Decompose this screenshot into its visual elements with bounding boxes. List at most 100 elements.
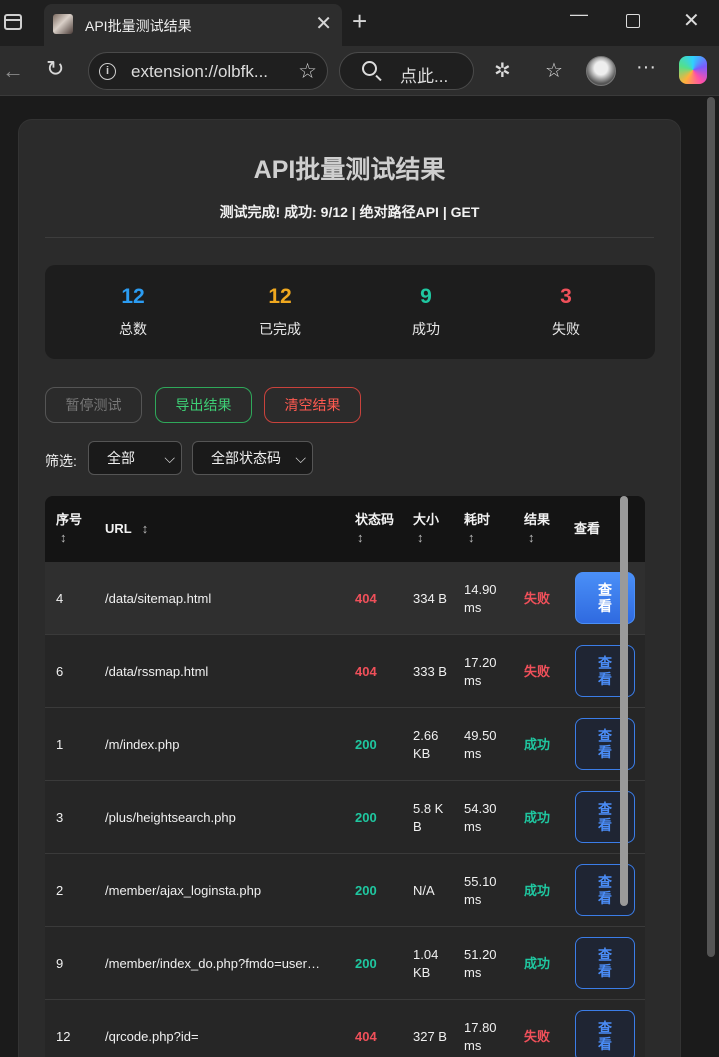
cell-time-text: 51.20 ms: [464, 946, 497, 980]
table-scrollbar-thumb[interactable]: [620, 496, 628, 906]
page-title: API批量测试结果: [253, 156, 446, 184]
cell-index-text: 4: [56, 590, 64, 606]
cell-url-text: /member/index_do.php?fmdo=user…: [105, 955, 320, 971]
header-index[interactable]: 序号 ↕: [56, 496, 96, 562]
result-filter-select[interactable]: 全部 ⌵: [88, 441, 182, 475]
cell-time-text: 17.20 ms: [464, 654, 497, 688]
profile-avatar[interactable]: [586, 56, 616, 86]
favorite-star-icon[interactable]: ☆: [298, 59, 317, 84]
status-code-filter-select[interactable]: 全部状态码 ⌵: [192, 441, 313, 475]
cell-status-code: 404: [355, 1000, 405, 1057]
pause-test-button[interactable]: 暂停测试: [45, 387, 142, 423]
view-button-label: 查看: [598, 947, 612, 979]
header-time[interactable]: 耗时 ↕: [464, 496, 504, 562]
table-row: 9/member/index_do.php?fmdo=user… 200 1.04 …: [45, 927, 645, 1000]
header-size[interactable]: 大小 ↕: [413, 496, 453, 562]
favorites-list-icon[interactable]: ☆: [545, 58, 563, 83]
stat-success: 9 成功: [366, 285, 486, 339]
view-button-label: 查看: [598, 801, 612, 833]
stat-total: 12 总数: [73, 285, 193, 339]
header-status[interactable]: 状态码 ↕: [355, 496, 405, 562]
header-label: 大小: [413, 512, 440, 527]
tab-close-icon[interactable]: ✕: [315, 11, 332, 36]
cell-result-text: 失败: [524, 663, 551, 679]
cell-url: /member/ajax_loginsta.php: [105, 854, 350, 927]
export-results-button[interactable]: 导出结果: [155, 387, 252, 423]
cell-url: /qrcode.php?id=: [105, 1000, 350, 1057]
stats-panel: 12 总数 12 已完成 9 成功 3 失败: [45, 265, 655, 359]
stat-label: 失败: [552, 321, 580, 337]
cell-url: /plus/heightsearch.php: [105, 781, 350, 854]
stat-label: 成功: [412, 321, 440, 337]
site-info-icon[interactable]: i: [99, 63, 116, 80]
cell-status-code: 404: [355, 635, 405, 708]
cell-size: N/A: [413, 854, 451, 927]
more-options-icon[interactable]: ···: [636, 56, 656, 79]
select-value: 全部: [107, 450, 135, 466]
cell-index: 3: [56, 781, 96, 854]
cell-time-text: 14.90 ms: [464, 581, 497, 615]
cell-status-code-text: 404: [355, 663, 377, 679]
cell-index-text: 2: [56, 882, 64, 898]
search-box[interactable]: 点此...: [339, 52, 474, 90]
cell-url-text: /data/rssmap.html: [105, 663, 209, 679]
tab-favicon-icon: [53, 14, 73, 34]
back-arrow-icon[interactable]: ←: [2, 58, 24, 84]
cell-time-text: 49.50 ms: [464, 727, 497, 761]
window-close-icon[interactable]: ✕: [683, 8, 700, 33]
sort-icon[interactable]: ↕: [60, 530, 67, 545]
clear-results-button[interactable]: 清空结果: [264, 387, 361, 423]
cell-url-text: /qrcode.php?id=: [105, 1028, 199, 1044]
header-url[interactable]: URL ↕: [105, 496, 225, 562]
cell-status-code-text: 200: [355, 809, 377, 825]
sort-icon[interactable]: ↕: [142, 520, 149, 538]
tab-bar: API批量测试结果 ✕ + — ✕: [0, 0, 719, 46]
cell-size: 334 B: [413, 562, 451, 635]
status-summary: 测试完成! 成功: 9/12 | 绝对路径API | GET: [219, 204, 480, 220]
sort-icon[interactable]: ↕: [468, 530, 475, 545]
cell-time: 55.10 ms: [464, 854, 506, 927]
address-text: extension://olbfk...: [131, 62, 269, 81]
cell-index: 9: [56, 927, 96, 1000]
sort-icon[interactable]: ↕: [417, 530, 424, 545]
extensions-puzzle-icon[interactable]: ✲: [494, 58, 511, 83]
chevron-down-icon: ⌵: [295, 450, 306, 466]
window-menu-icon[interactable]: [4, 14, 22, 30]
sort-icon[interactable]: ↕: [528, 530, 535, 545]
view-button-label: 查看: [598, 728, 612, 760]
table-row: 2/member/ajax_loginsta.php 200 N/A 55.10 ms…: [45, 854, 645, 927]
view-button-label: 查看: [598, 582, 612, 614]
cell-status-code: 200: [355, 854, 405, 927]
browser-tab[interactable]: API批量测试结果 ✕: [44, 4, 342, 46]
maximize-icon[interactable]: [626, 14, 640, 28]
header-label: 耗时: [464, 512, 491, 527]
cell-url: /m/index.php: [105, 708, 350, 781]
cell-size-text: 334 B: [413, 590, 447, 606]
copilot-icon[interactable]: [679, 56, 707, 84]
cell-time: 17.80 ms: [464, 1000, 506, 1057]
cell-result: 失败: [524, 562, 564, 635]
view-button-label: 查看: [598, 1020, 612, 1052]
page-scrollbar[interactable]: [707, 97, 715, 957]
table-scrollbar[interactable]: [619, 496, 629, 1057]
cell-size-text: 327 B: [413, 1028, 447, 1044]
address-bar[interactable]: i extension://olbfk... ☆: [88, 52, 328, 90]
stat-failed: 3 失败: [506, 285, 626, 339]
cell-index-text: 6: [56, 663, 64, 679]
new-tab-icon[interactable]: +: [352, 6, 367, 37]
cell-status-code-text: 404: [355, 590, 377, 606]
cell-url-text: /plus/heightsearch.php: [105, 809, 236, 825]
table-row: 6/data/rssmap.html 404 333 B 17.20 ms 失败 查看: [45, 635, 645, 708]
stat-value: 12: [268, 285, 292, 308]
cell-time-text: 54.30 ms: [464, 800, 497, 834]
cell-status-code-text: 404: [355, 1028, 377, 1044]
cell-size: 327 B: [413, 1000, 451, 1057]
cell-result-text: 成功: [524, 955, 551, 971]
sort-icon[interactable]: ↕: [357, 530, 364, 545]
cell-status-code-text: 200: [355, 955, 377, 971]
header-result[interactable]: 结果 ↕: [524, 496, 564, 562]
cell-size: 1.04 KB: [413, 927, 451, 1000]
reload-icon[interactable]: ↻: [46, 56, 64, 82]
minimize-icon[interactable]: —: [570, 4, 588, 25]
cell-index: 2: [56, 854, 96, 927]
